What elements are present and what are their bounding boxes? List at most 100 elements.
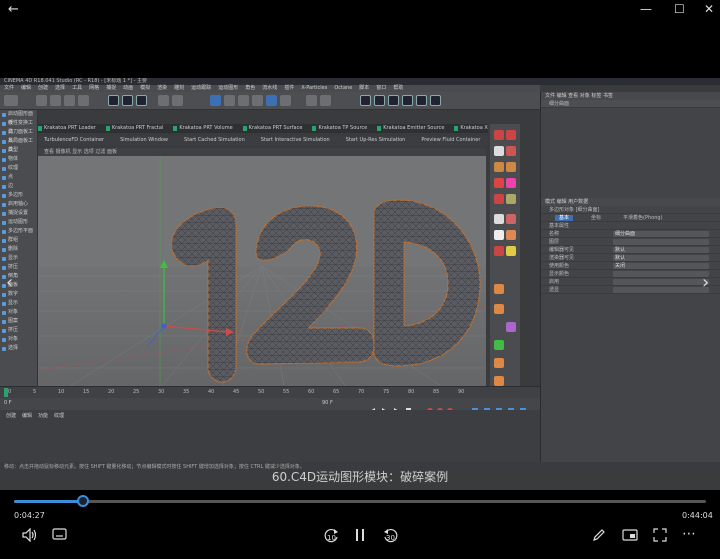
c4d-menu-item[interactable]: 动画 — [123, 85, 133, 91]
material-tab[interactable]: 功能 — [38, 412, 48, 419]
left-panel-item[interactable]: 捕捉设置 — [0, 209, 37, 218]
minimize-icon[interactable]: — — [640, 2, 652, 16]
c4d-menu-item[interactable]: 编辑 — [21, 85, 31, 91]
c4d-menu-item[interactable]: Octane — [334, 85, 352, 91]
video-frame[interactable]: CINEMA 4D R18.041 Studio (RC - R18) - [未… — [0, 78, 720, 490]
left-panel-item[interactable]: 群组 — [0, 236, 37, 245]
c4d-menu-item[interactable]: 窗口 — [376, 85, 386, 91]
timeline-tick: 45 — [233, 389, 240, 395]
left-panel-item[interactable]: 显示 — [0, 254, 37, 263]
c4d-menu-item[interactable]: 运动图形 — [218, 85, 238, 91]
progress-bar[interactable] — [14, 495, 706, 507]
left-panel-item[interactable]: 物体 — [0, 155, 37, 164]
c4d-menu-item[interactable]: X-Particles — [301, 85, 327, 91]
prev-chevron-icon[interactable]: ‹ — [6, 272, 13, 293]
more-options-icon[interactable]: ⋯ — [682, 526, 696, 542]
left-panel-item[interactable]: 启用轴心 — [0, 200, 37, 209]
c4d-menu-item[interactable]: 文件 — [4, 85, 14, 91]
turbulence-button[interactable]: Start Up-Res Simulation — [340, 136, 406, 145]
timeline-end-field[interactable]: 90 F — [322, 400, 333, 406]
turbulence-button[interactable]: Simulation Window — [114, 136, 168, 145]
c4d-menu-item[interactable]: 模拟 — [140, 85, 150, 91]
c4d-menu-item[interactable]: 雕刻 — [174, 85, 184, 91]
maximize-icon[interactable]: ☐ — [674, 2, 685, 16]
pen-icon[interactable] — [592, 528, 606, 542]
plugin-button[interactable]: Krakatoa X-Particles Source — [454, 124, 488, 133]
left-panel-item[interactable]: 切刀面板工具 — [0, 128, 37, 144]
attribute-tab[interactable]: 平滑着色(Phong) — [619, 215, 667, 221]
plugin-button[interactable]: Krakatoa PRT Volume — [173, 124, 233, 133]
c4d-menu-item[interactable]: 角色 — [245, 85, 255, 91]
c4d-menu-item[interactable]: 创建 — [38, 85, 48, 91]
fullscreen-icon[interactable] — [653, 528, 667, 542]
left-panel-item[interactable]: 运动图形 — [0, 218, 37, 227]
turbulence-button[interactable]: TurbulenceFD Container — [38, 136, 104, 145]
plugin-button[interactable]: Krakatoa PRT Fractal — [105, 124, 163, 133]
pause-icon[interactable] — [354, 528, 366, 542]
c4d-menu-item[interactable]: 脚本 — [359, 85, 369, 91]
left-panel-item[interactable]: 模型 — [0, 146, 37, 155]
attribute-tab[interactable]: 坐标 — [587, 215, 605, 221]
c4d-menu-item[interactable]: 选择 — [55, 85, 65, 91]
timeline-start-field[interactable]: 0 F — [4, 400, 12, 406]
left-panel-item[interactable]: 多边形平面 — [0, 227, 37, 236]
left-panel-item[interactable]: 纹理 — [0, 164, 37, 173]
attribute-value[interactable] — [613, 279, 709, 285]
attribute-value[interactable] — [613, 239, 709, 245]
turbulence-button[interactable]: Start Interactive Simulation — [255, 136, 330, 145]
attribute-value[interactable]: 默认 — [613, 255, 709, 261]
c4d-menu-item[interactable]: 网格 — [89, 85, 99, 91]
timeline-tick: 5 — [33, 389, 37, 395]
attribute-value[interactable]: 细分曲面 — [613, 231, 709, 237]
plugin-button[interactable]: Krakatoa Emitter Source — [377, 124, 444, 133]
left-panel-item[interactable]: 点 — [0, 173, 37, 182]
object-row[interactable]: 细分曲面 — [541, 100, 720, 108]
left-panel-item[interactable]: 线性变换工具 — [0, 119, 37, 135]
turbulence-button[interactable]: Preview Fluid Container — [415, 136, 480, 145]
forward-30-button[interactable]: 30 — [382, 526, 400, 544]
plugin-button[interactable]: Krakatoa TP Source — [312, 124, 367, 133]
material-tab[interactable]: 编辑 — [22, 412, 32, 419]
c4d-menu-item[interactable]: 工具 — [72, 85, 82, 91]
c4d-menu-item[interactable]: 渲染 — [157, 85, 167, 91]
volume-icon[interactable] — [22, 528, 38, 542]
subtitles-icon[interactable] — [52, 528, 67, 542]
plugin-button[interactable]: Krakatoa PRT Loader — [38, 124, 96, 133]
left-panel-item[interactable]: 删除 — [0, 245, 37, 254]
c4d-menu-item[interactable]: 捕捉 — [106, 85, 116, 91]
attribute-value[interactable] — [613, 287, 709, 293]
timeline-playhead[interactable] — [4, 388, 8, 397]
left-panel-item[interactable]: 边 — [0, 182, 37, 191]
c4d-menu-item[interactable]: 插件 — [284, 85, 294, 91]
left-panel-item[interactable]: 布局面板工具 — [0, 137, 37, 153]
attribute-value[interactable]: 关闭 — [613, 263, 709, 269]
turbulence-button[interactable]: Start Cached Simulation — [178, 136, 245, 145]
material-tab[interactable]: 创建 — [6, 412, 16, 419]
plugin-button[interactable]: Krakatoa PRT Surface — [242, 124, 302, 133]
left-panel-item[interactable]: 对象 — [0, 308, 37, 317]
c4d-menu-item[interactable]: 帮助 — [393, 85, 403, 91]
attribute-tab[interactable]: 基本 — [555, 215, 574, 221]
material-tab[interactable]: 纹理 — [54, 412, 64, 419]
rewind-10-button[interactable]: 10 — [322, 526, 340, 544]
left-panel-item[interactable]: 挤压 — [0, 263, 37, 272]
c4d-menu-item[interactable]: 运动跟踪 — [191, 85, 211, 91]
left-panel-item[interactable]: 对象 — [0, 335, 37, 344]
miniplayer-icon[interactable] — [622, 528, 638, 542]
c4d-menu-item[interactable]: 流水线 — [262, 85, 277, 91]
left-panel-item[interactable]: 选择 — [0, 344, 37, 353]
left-panel-item[interactable]: 启动图形面板 — [0, 110, 37, 126]
attribute-value[interactable] — [613, 271, 709, 277]
attribute-value[interactable]: 默认 — [613, 247, 709, 253]
left-panel-item[interactable]: 挤压 — [0, 326, 37, 335]
progress-knob[interactable] — [77, 495, 90, 507]
left-panel-item[interactable]: 图案 — [0, 317, 37, 326]
close-icon[interactable]: ✕ — [704, 2, 714, 16]
left-panel-item[interactable]: 多边形 — [0, 191, 37, 200]
back-arrow-icon[interactable]: ← — [8, 2, 19, 17]
left-panel-item[interactable]: 显示 — [0, 299, 37, 308]
scale-icon — [64, 95, 75, 106]
timeline-ruler[interactable]: 0 5 10 15 20 25 30 35 40 45 50 55 60 65 70 75 80 85 90 — [0, 386, 540, 398]
next-chevron-icon[interactable]: › — [702, 272, 709, 293]
progress-fill — [14, 500, 84, 503]
